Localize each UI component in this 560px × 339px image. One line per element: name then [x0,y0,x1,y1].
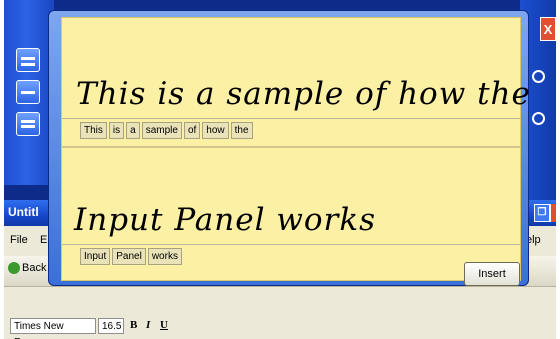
recognized-word[interactable]: This [80,122,107,139]
keyboard-icon[interactable] [16,112,40,136]
writing-pad-icon[interactable] [16,48,40,72]
recognized-word[interactable]: is [108,122,125,139]
back-button[interactable]: Back [8,262,47,275]
recognized-word[interactable]: works [147,248,182,265]
recognized-word[interactable]: sample [141,122,182,139]
guide-line [62,118,520,119]
app-close-button[interactable] [550,204,556,222]
screen: X Untitl ❐ File E elp Back Times New Rom… [4,0,556,339]
left-tool-strip [4,0,54,185]
recognized-word[interactable]: of [183,122,201,139]
handwriting-line-1: This is a sample of how the [76,76,531,112]
menu-edit[interactable]: E [40,234,47,246]
recognized-word[interactable]: the [230,122,253,139]
recognition-bar-1: This is a sample of how the [80,122,253,139]
character-pad-icon[interactable] [16,80,40,104]
formatting-toolbar: Times New Roman 16.5 B I U [4,287,556,339]
recognized-word[interactable]: how [202,122,229,139]
help-icon[interactable] [532,112,545,125]
line-divider [62,146,520,148]
back-arrow-icon [8,262,20,275]
options-icon[interactable] [532,70,545,83]
recognized-word[interactable]: Input [80,248,111,265]
recognized-word[interactable]: Panel [112,248,146,265]
underline-button[interactable]: U [160,319,168,331]
recognition-bar-2: Input Panel works [80,248,182,265]
writing-area[interactable]: This is a sample of how the This is a sa… [61,17,530,281]
font-size-select[interactable]: 16.5 [98,318,124,334]
back-label: Back [22,262,47,274]
bold-button[interactable]: B [130,319,137,331]
panel-close-button[interactable]: X [540,17,556,41]
restore-button[interactable]: ❐ [534,204,550,222]
font-name-select[interactable]: Times New Roman [10,318,96,339]
italic-button[interactable]: I [146,319,150,331]
input-panel: This is a sample of how the This is a sa… [48,10,530,286]
guide-line [62,244,520,245]
handwriting-line-2: Input Panel works [74,202,377,238]
recognized-word[interactable]: a [126,122,140,139]
app-title: Untitl [8,205,39,219]
insert-button[interactable]: Insert [464,262,520,286]
menu-file[interactable]: File [10,234,28,246]
